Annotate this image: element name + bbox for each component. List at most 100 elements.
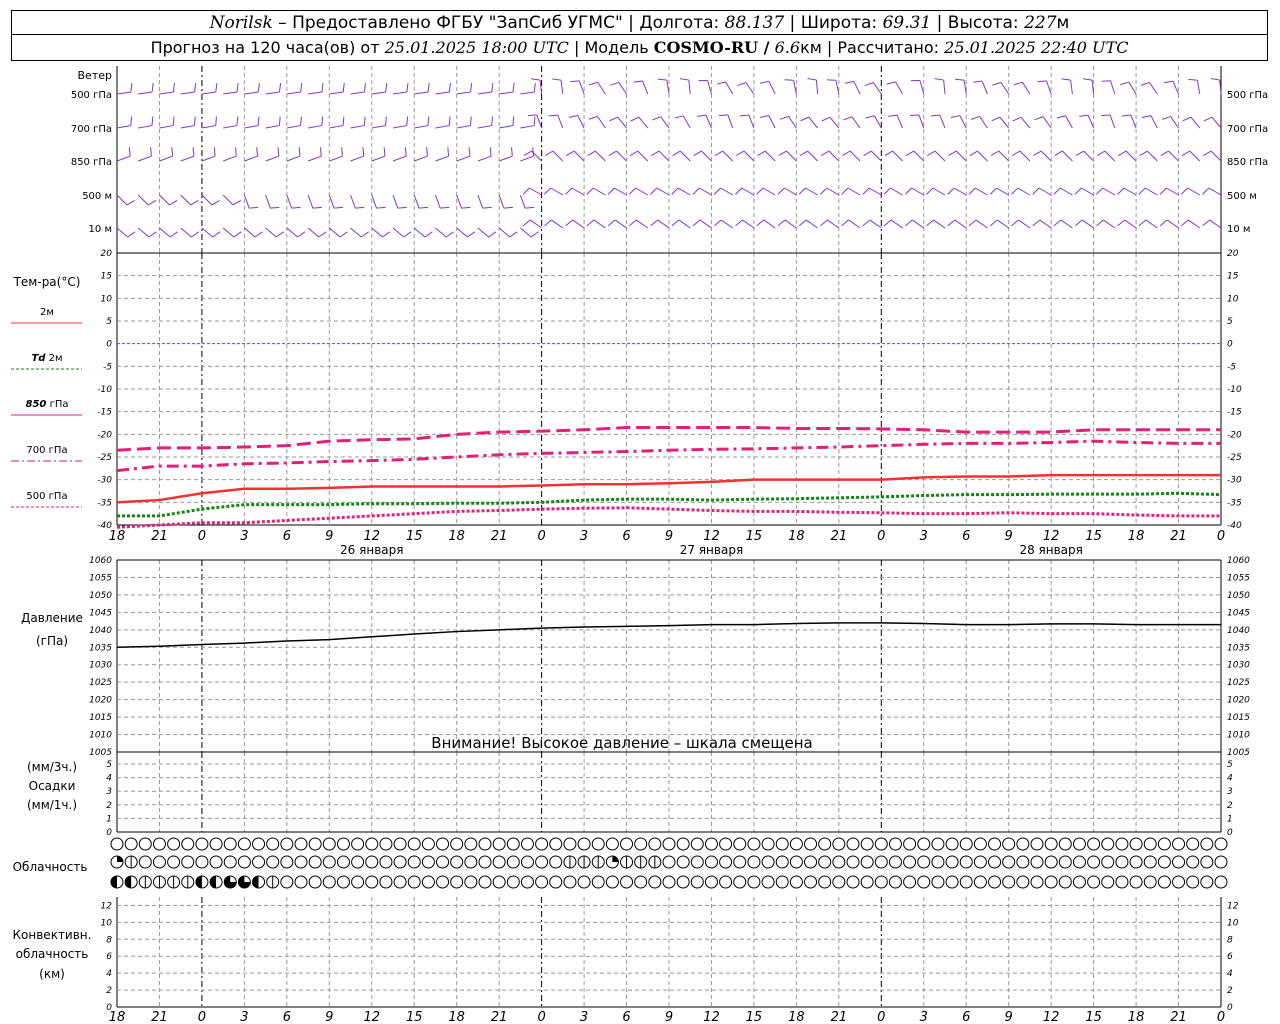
wind-barb-feather <box>512 116 515 126</box>
wind-barb-staff <box>223 91 238 95</box>
convective-tick-right: 8 <box>1227 935 1233 945</box>
wind-barb-feather <box>522 187 530 195</box>
wind-barb-staff <box>1168 150 1179 162</box>
convective-tick-left: 6 <box>106 952 112 962</box>
wind-barb-staff <box>1166 187 1179 196</box>
wind-barb-feather <box>650 187 658 195</box>
wind-barb-staff <box>1020 116 1031 129</box>
wind-barb-feather <box>1074 219 1083 227</box>
wind-barb-feather <box>276 231 284 238</box>
wind-barb-staff <box>560 80 564 95</box>
cloud-cover-symbol <box>1200 875 1214 889</box>
cloud-cover-symbol <box>1044 837 1058 851</box>
wind-barb-feather <box>777 219 786 227</box>
wind-barb-staff <box>435 227 447 238</box>
wind-barb-staff <box>815 80 819 95</box>
temp-tick-left: 10 <box>101 294 113 304</box>
cloud-cover-symbol <box>676 837 690 851</box>
wind-barb-staff <box>350 227 362 238</box>
cloud-cover-symbol <box>1016 855 1030 869</box>
legend-label-text: 700 гПа <box>26 445 67 456</box>
wind-barb-feather <box>385 116 387 126</box>
wind-barb-staff <box>243 194 250 209</box>
cloud-cover-fill <box>195 876 202 888</box>
time-tick-label-bottom: 15 <box>406 1010 423 1024</box>
wind-barb-feather <box>844 80 854 84</box>
legend-label: 700 гПа <box>26 445 67 456</box>
time-tick-label-bottom: 6 <box>622 1010 630 1024</box>
pressure-tick-right: 1050 <box>1227 591 1250 601</box>
precip-title: Осадки <box>29 779 76 793</box>
pressure-tick-left: 1005 <box>89 748 112 758</box>
cloud-cover-symbol <box>832 837 846 851</box>
wind-barb-feather <box>652 116 661 121</box>
wind-barb-feather <box>948 150 957 157</box>
cloud-cover-symbol <box>1214 875 1228 889</box>
wind-barb-feather <box>586 219 595 227</box>
cloud-cover-symbol <box>634 837 648 851</box>
cloud-cover-symbol <box>888 875 902 889</box>
wind-barb-staff <box>742 219 755 229</box>
wind-barb-feather <box>608 150 617 157</box>
wind-barb-staff <box>1045 80 1052 95</box>
wind-barb-staff <box>456 125 471 129</box>
wind-barb-feather <box>759 115 769 118</box>
wind-barb-feather <box>865 115 875 119</box>
time-tick-label: 18 <box>788 529 805 544</box>
wind-barb-feather <box>254 231 263 238</box>
wind-barb-feather <box>970 115 980 120</box>
wind-barb-staff <box>435 155 449 162</box>
wind-barb-feather <box>679 78 689 81</box>
wind-barb-staff <box>868 187 882 196</box>
temp-tick-left: -40 <box>97 521 112 531</box>
wind-barb-feather <box>342 83 345 93</box>
pressure-tick-left: 1055 <box>89 573 112 583</box>
cloud-cover-symbol <box>450 855 464 869</box>
wind-barb-staff <box>371 155 386 162</box>
wind-barb-feather <box>383 147 386 157</box>
wind-barb-staff <box>573 150 585 162</box>
pressure-tick-right: 1035 <box>1227 643 1250 653</box>
wind-barb-feather <box>843 116 853 121</box>
cloud-cover-symbol <box>945 837 959 851</box>
time-tick-label: 0 <box>537 529 545 544</box>
time-tick-label: 3 <box>580 529 588 544</box>
wind-barb-staff <box>529 187 542 196</box>
time-tick-label: 0 <box>1217 529 1225 544</box>
cloud-cover-symbol <box>450 875 464 889</box>
time-tick-label-bottom: 6 <box>283 1010 291 1024</box>
wind-barb-staff <box>477 194 484 209</box>
wind-barb-feather <box>607 219 616 227</box>
precip-unit-top: (мм/3ч.) <box>27 760 77 774</box>
wind-barb-staff <box>350 125 365 129</box>
temp-tick-right: -30 <box>1227 476 1242 486</box>
wind-barb-feather <box>841 187 849 195</box>
wind-barb-feather <box>568 115 578 118</box>
cloud-cover-symbol <box>181 855 195 869</box>
wind-barb-staff <box>939 114 946 129</box>
wind-barb-feather <box>491 116 493 126</box>
wind-barb-staff <box>614 187 627 196</box>
temp-tick-right: -20 <box>1227 430 1242 440</box>
wind-barb-staff <box>1103 219 1116 229</box>
wind-barb-staff <box>159 91 174 95</box>
wind-barb-staff <box>498 194 505 209</box>
wind-barb-staff <box>616 150 627 162</box>
cloud-cover-symbol <box>1016 837 1030 851</box>
wind-barb-staff <box>1062 150 1073 162</box>
cloud-cover-symbol <box>393 837 407 851</box>
time-tick-label: 21 <box>491 529 508 544</box>
time-tick-label: 9 <box>1005 529 1013 544</box>
wind-barb-feather <box>527 114 537 117</box>
cloud-cover-symbol <box>676 875 690 889</box>
wind-barb-staff <box>784 187 797 196</box>
time-tick-label-bottom: 18 <box>448 1010 465 1024</box>
cloud-cover-symbol <box>1143 855 1157 869</box>
wind-barb-staff <box>656 187 670 196</box>
wind-barb-staff <box>201 227 213 238</box>
wind-barb-feather <box>418 206 429 209</box>
wind-barb-feather <box>950 115 960 118</box>
wind-barb-staff <box>138 155 152 162</box>
wind-barb-staff <box>1208 187 1222 196</box>
wind-barb-feather <box>714 219 722 227</box>
